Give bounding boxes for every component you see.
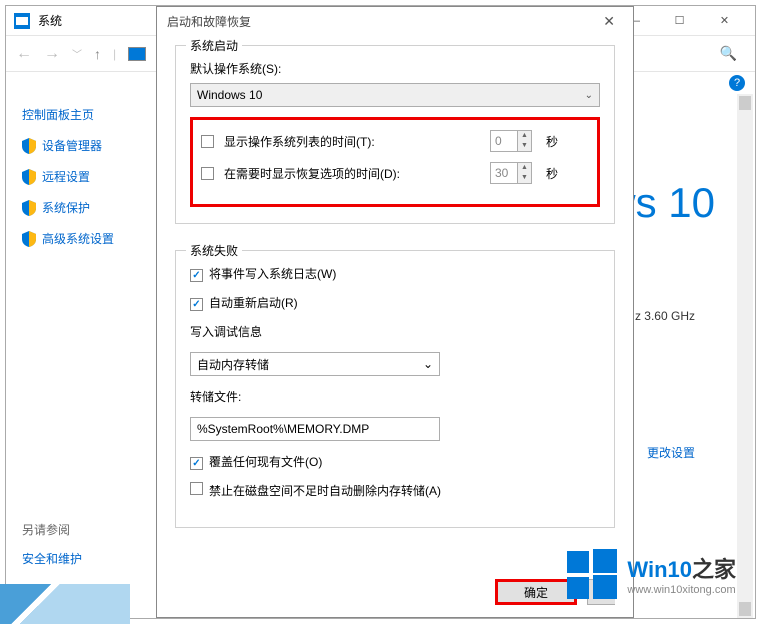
dialog-title: 启动和故障恢复 <box>167 13 251 30</box>
recovery-checkbox[interactable] <box>201 167 214 180</box>
os-list-label: 显示操作系统列表的时间(T): <box>224 133 486 150</box>
history-icon[interactable]: ﹀ <box>72 46 82 61</box>
spin-down-icon[interactable]: ▼ <box>518 141 531 151</box>
default-os-select[interactable]: Windows 10 ⌄ <box>190 83 600 107</box>
brand-part2: 之家 <box>692 557 736 582</box>
recovery-time-row: 在需要时显示恢复选项的时间(D): 30 ▲▼ 秒 <box>201 162 589 184</box>
spin-up-icon[interactable]: ▲ <box>518 163 531 173</box>
sidebar-item-protection[interactable]: 系统保护 <box>22 199 140 216</box>
search-icon[interactable]: 🔍 <box>720 45 737 62</box>
overwrite-checkbox[interactable] <box>190 457 203 470</box>
chevron-down-icon: ⌄ <box>585 90 593 101</box>
up-icon[interactable]: ↑ <box>94 46 101 62</box>
ok-button[interactable]: 确定 <box>495 579 577 605</box>
debug-info-label: 写入调试信息 <box>190 325 262 339</box>
windows-logo-icon <box>567 549 617 599</box>
startup-recovery-dialog: 启动和故障恢复 ✕ 系统启动 默认操作系统(S): Windows 10 ⌄ 显… <box>156 6 634 618</box>
default-os-label: 默认操作系统(S): <box>190 60 600 77</box>
recovery-spinner[interactable]: 30 ▲▼ <box>490 162 532 184</box>
no-disk-label: 禁止在磁盘空间不足时自动删除内存转储(A) <box>209 484 441 498</box>
spinner-value: 0 <box>491 134 517 148</box>
change-settings-link[interactable]: 更改设置 <box>647 444 695 461</box>
select-value: 自动内存转储 <box>197 356 269 373</box>
system-failure-group: 系统失败 将事件写入系统日志(W) 自动重新启动(R) 写入调试信息 自动内存转… <box>175 250 615 528</box>
no-disk-checkbox[interactable] <box>190 482 203 495</box>
dialog-body: 系统启动 默认操作系统(S): Windows 10 ⌄ 显示操作系统列表的时间… <box>157 35 633 564</box>
write-log-checkbox[interactable] <box>190 269 203 282</box>
see-also-title: 另请参阅 <box>22 521 140 538</box>
see-also-link[interactable]: 安全和维护 <box>22 550 140 567</box>
spinner-value: 30 <box>491 166 517 180</box>
sidebar-item-device-manager[interactable]: 设备管理器 <box>22 137 140 154</box>
debug-select[interactable]: 自动内存转储 ⌄ <box>190 352 440 376</box>
seconds-unit: 秒 <box>546 133 558 150</box>
recovery-label: 在需要时显示恢复选项的时间(D): <box>224 165 486 182</box>
shield-icon <box>22 138 36 154</box>
sidebar-title[interactable]: 控制面板主页 <box>22 106 140 123</box>
overwrite-label: 覆盖任何现有文件(O) <box>209 455 322 469</box>
help-icon[interactable]: ? <box>729 75 745 91</box>
highlighted-area: 显示操作系统列表的时间(T): 0 ▲▼ 秒 在需要时显示恢复选项的时间(D):… <box>190 117 600 207</box>
sidebar-item-label: 系统保护 <box>42 199 90 216</box>
shield-icon <box>22 169 36 185</box>
dialog-close-button[interactable]: ✕ <box>595 11 623 32</box>
os-list-spinner[interactable]: 0 ▲▼ <box>490 130 532 152</box>
corner-decoration <box>0 584 130 624</box>
os-list-time-row: 显示操作系统列表的时间(T): 0 ▲▼ 秒 <box>201 130 589 152</box>
close-button[interactable]: ✕ <box>702 7 747 35</box>
watermark: Win10之家 www.win10xitong.com <box>567 549 736 599</box>
brand-part1: Win10 <box>627 557 692 582</box>
back-icon[interactable]: ← <box>16 45 32 63</box>
system-startup-group: 系统启动 默认操作系统(S): Windows 10 ⌄ 显示操作系统列表的时间… <box>175 45 615 224</box>
spin-down-icon[interactable]: ▼ <box>518 173 531 183</box>
sidebar-item-label: 高级系统设置 <box>42 230 114 247</box>
dump-file-label: 转储文件: <box>190 390 241 404</box>
write-log-label: 将事件写入系统日志(W) <box>209 267 336 281</box>
dump-file-input[interactable] <box>190 417 440 441</box>
sidebar: 控制面板主页 设备管理器 远程设置 系统保护 高级系统设置 另请参阅 安全和维护 <box>6 94 156 618</box>
os-list-checkbox[interactable] <box>201 135 214 148</box>
sidebar-item-advanced[interactable]: 高级系统设置 <box>22 230 140 247</box>
system-icon <box>14 13 30 29</box>
watermark-text: Win10之家 www.win10xitong.com <box>627 552 736 596</box>
select-value: Windows 10 <box>197 88 262 102</box>
shield-icon <box>22 231 36 247</box>
spin-up-icon[interactable]: ▲ <box>518 131 531 141</box>
scrollbar[interactable] <box>737 94 753 618</box>
seconds-unit: 秒 <box>546 165 558 182</box>
chevron-down-icon: ⌄ <box>423 357 433 371</box>
forward-icon[interactable]: → <box>44 45 60 63</box>
watermark-url: www.win10xitong.com <box>627 584 736 596</box>
maximize-button[interactable]: ☐ <box>657 7 702 35</box>
address-icon <box>128 47 146 61</box>
sidebar-item-label: 远程设置 <box>42 168 90 185</box>
window-title: 系统 <box>38 12 62 29</box>
shield-icon <box>22 200 36 216</box>
group-title: 系统失败 <box>186 242 242 259</box>
auto-restart-label: 自动重新启动(R) <box>209 296 298 310</box>
dialog-buttons: 确定 取 <box>157 579 633 605</box>
auto-restart-checkbox[interactable] <box>190 298 203 311</box>
dialog-titlebar: 启动和故障恢复 ✕ <box>157 7 633 35</box>
sidebar-item-remote[interactable]: 远程设置 <box>22 168 140 185</box>
sidebar-item-label: 设备管理器 <box>42 137 102 154</box>
group-title: 系统启动 <box>186 37 242 54</box>
cpu-info: z 3.60 GHz <box>635 309 695 323</box>
